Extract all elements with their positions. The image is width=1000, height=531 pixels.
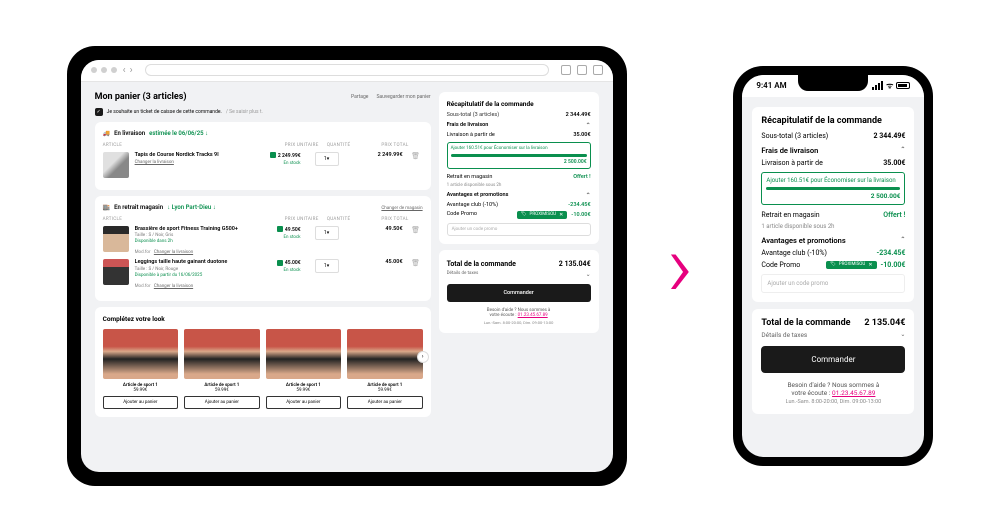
trash-icon[interactable]: 🗑 (409, 152, 423, 160)
chevron-up-icon[interactable]: ⌃ (586, 192, 591, 199)
tabs-icon[interactable] (593, 65, 603, 75)
promo-input[interactable]: Ajouter un code promo (761, 274, 905, 293)
product-image (347, 329, 423, 379)
product-image[interactable] (103, 226, 129, 252)
status-time: 9:41 AM (756, 81, 786, 90)
phone-frame: 9:41 AM ᯤ Récapitulatif de la commande S… (733, 66, 933, 466)
share-icon[interactable] (561, 65, 571, 75)
order-total-card: Total de la commande2 135.04€ Détails de… (439, 250, 599, 333)
forward-icon[interactable]: › (130, 65, 133, 76)
tablet-frame: ‹› Mon panier (3 articles) Partage Sauve… (67, 46, 627, 486)
battery-icon (896, 82, 910, 89)
tag-icon (277, 226, 283, 232)
delivery-group-card: 🚚En livraison estimée le 06/06/25 ↓ ARTI… (95, 122, 431, 190)
help-phone-link[interactable]: 01.23.45.67.89 (518, 313, 548, 318)
share-link[interactable]: Partage (351, 94, 368, 100)
chevron-down-icon[interactable]: ⌄ (900, 331, 905, 339)
browser-toolbar: ‹› (81, 60, 613, 82)
promo-chip[interactable]: 🏷PROXIMISOU✕ (826, 261, 876, 269)
url-bar[interactable] (145, 64, 549, 76)
store-icon: 🏬 (103, 204, 110, 211)
trash-icon[interactable]: 🗑 (409, 259, 423, 267)
order-total-card: Total de la commande2 135.04€ Détails de… (752, 309, 914, 414)
suggested-product[interactable]: Article de sport 159.99€Ajouter au panie… (184, 329, 260, 409)
wifi-icon: ᯤ (886, 80, 893, 91)
tablet-screen: ‹› Mon panier (3 articles) Partage Sauve… (81, 60, 613, 472)
add-to-cart-button[interactable]: Ajouter au panier (266, 396, 342, 409)
signal-icon (872, 81, 883, 90)
suggested-product[interactable]: Article de sport 159.99€Ajouter au panie… (266, 329, 342, 409)
qty-selector[interactable]: 1 ▾ (315, 259, 339, 273)
cart-item: Leggings taille haute gainant duotone Ta… (103, 259, 423, 289)
save-cart-link[interactable]: Sauvegarder mon panier (376, 94, 430, 100)
remove-promo-icon[interactable]: ✕ (868, 262, 872, 268)
phone-screen: 9:41 AM ᯤ Récapitulatif de la commande S… (742, 75, 924, 457)
product-image[interactable] (103, 152, 129, 178)
trash-icon[interactable]: 🗑 (409, 226, 423, 234)
product-image (103, 329, 179, 379)
tag-icon (270, 152, 276, 158)
add-to-cart-button[interactable]: Ajouter au panier (347, 396, 423, 409)
product-image[interactable] (103, 259, 129, 285)
shipping-threshold: Ajouter 160.51€ pour Économiser sur la l… (761, 172, 905, 205)
add-to-cart-button[interactable]: Ajouter au panier (103, 396, 179, 409)
promo-input[interactable]: Ajouter un code promo (447, 223, 591, 236)
cart-title: Mon panier (3 articles) (95, 92, 187, 102)
receipt-label: Je souhaite un ticket de caisse de cette… (107, 109, 222, 115)
responsive-arrow-icon: › (667, 221, 694, 311)
truck-icon: 🚚 (103, 130, 110, 137)
new-tab-icon[interactable] (577, 65, 587, 75)
back-icon[interactable]: ‹ (123, 65, 126, 76)
add-to-cart-button[interactable]: Ajouter au panier (184, 396, 260, 409)
chevron-down-icon[interactable]: ⌄ (586, 271, 591, 278)
help-phone-link[interactable]: 01.23.45.67.89 (832, 389, 875, 397)
chevron-up-icon[interactable]: ⌃ (586, 122, 591, 129)
remove-promo-icon[interactable]: ✕ (559, 212, 563, 218)
order-summary-card: Récapitulatif de la commande Sous-total … (439, 92, 599, 244)
product-image (266, 329, 342, 379)
tag-icon: 🏷 (830, 262, 836, 267)
complete-look-card: Complétez votre look Article de sport 15… (95, 307, 431, 417)
help-box: Besoin d'aide ? Nous sommes àvotre écout… (447, 308, 591, 325)
chevron-up-icon[interactable]: ⌃ (900, 146, 905, 155)
tag-icon: 🏷 (521, 212, 527, 217)
order-button[interactable]: Commander (447, 284, 591, 302)
pickup-group-card: 🏬En retrait magasin ↓ Lyon Part-Dieu ↓ C… (95, 196, 431, 301)
suggested-product[interactable]: Article de sport 159.99€Ajouter au panie… (347, 329, 423, 409)
suggested-product[interactable]: Article de sport 159.99€Ajouter au panie… (103, 329, 179, 409)
receipt-checkbox[interactable]: ✓ (95, 108, 103, 116)
shipping-threshold: Ajouter 160.51€ pour Économiser sur la l… (447, 142, 591, 169)
promo-chip[interactable]: 🏷PROXIMISOU✕ (517, 211, 567, 219)
carousel-next-icon[interactable]: › (417, 351, 429, 363)
cart-item: Brassière de sport Fitness Training G500… (103, 226, 423, 256)
tag-icon (277, 260, 283, 266)
order-summary-card: Récapitulatif de la commande Sous-total … (752, 107, 914, 302)
qty-selector[interactable]: 1 ▾ (315, 152, 339, 166)
save-later-hint: / Se saisir plus t. (226, 109, 263, 115)
product-image (184, 329, 260, 379)
chevron-up-icon[interactable]: ⌃ (900, 236, 905, 245)
cart-item: Tapis de Course Nordick Tracks 9l Change… (103, 152, 423, 178)
qty-selector[interactable]: 1 ▾ (315, 226, 339, 240)
order-button[interactable]: Commander (761, 346, 905, 373)
